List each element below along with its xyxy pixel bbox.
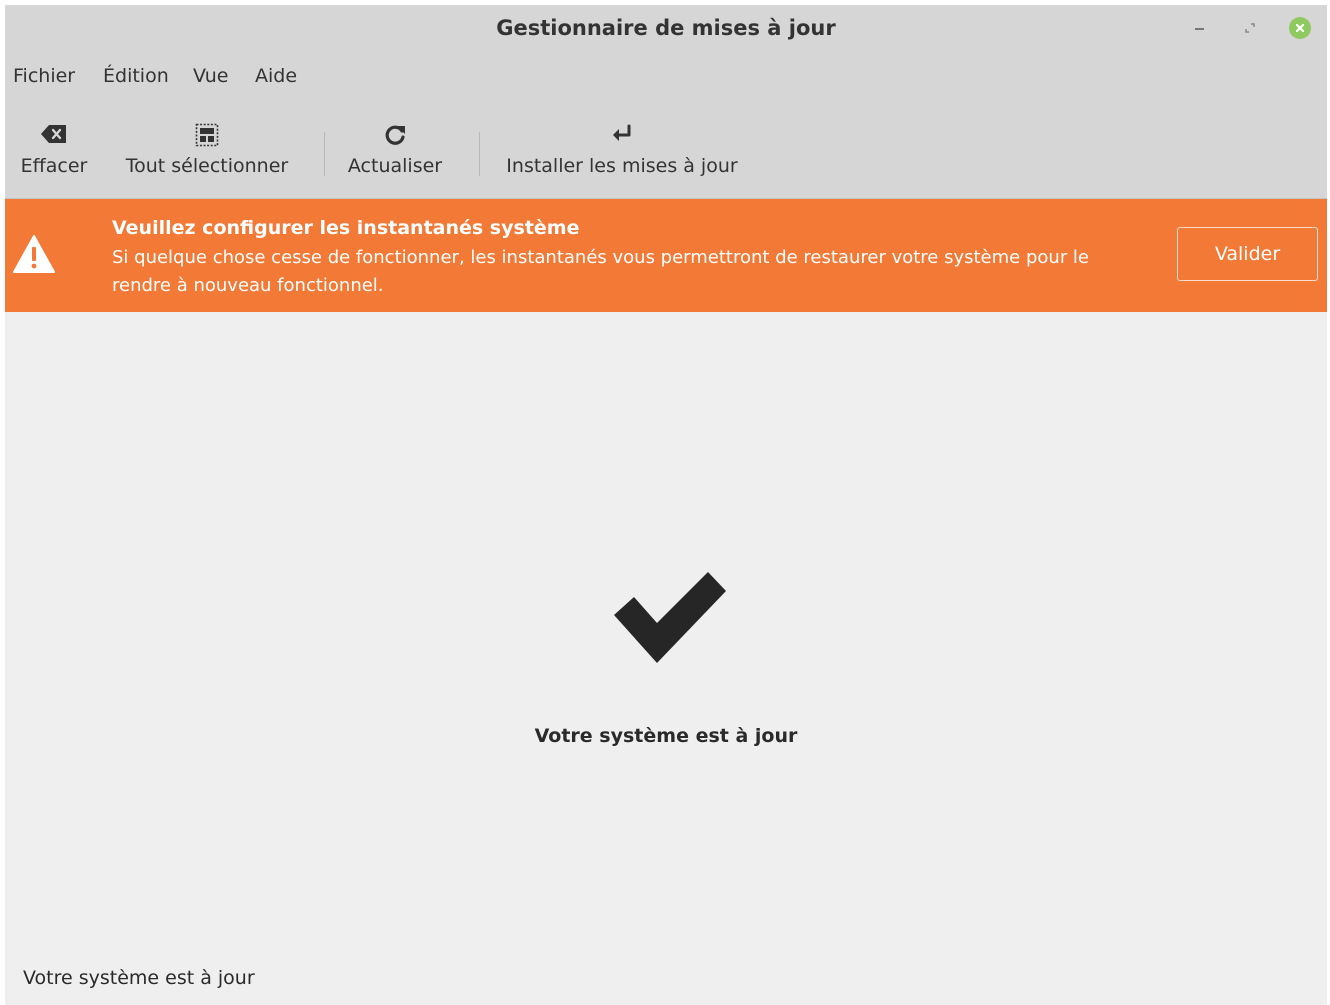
toolbar-separator xyxy=(324,132,325,176)
enter-arrow-icon xyxy=(613,124,631,141)
select-all-button[interactable]: Tout sélectionner xyxy=(117,111,297,181)
maximize-button[interactable] xyxy=(1239,17,1261,39)
close-icon xyxy=(1289,17,1311,39)
clear-label: Effacer xyxy=(20,155,88,177)
refresh-label: Actualiser xyxy=(347,155,443,177)
refresh-icon xyxy=(385,125,405,145)
maximize-icon xyxy=(1245,23,1255,33)
menu-bar: Fichier Édition Vue Aide xyxy=(5,55,1327,97)
snapshot-warning-infobar: Veuillez configurer les instantanés syst… xyxy=(5,199,1327,312)
install-updates-button[interactable]: Installer les mises à jour xyxy=(497,111,747,181)
infobar-message: Si quelque chose cesse de fonctionner, l… xyxy=(112,247,1090,296)
infobar-title: Veuillez configurer les instantanés syst… xyxy=(112,217,580,239)
toolbar-separator xyxy=(479,132,480,176)
close-button[interactable] xyxy=(1289,17,1311,39)
title-bar[interactable]: Gestionnaire de mises à jour xyxy=(5,5,1327,55)
install-updates-label: Installer les mises à jour xyxy=(506,155,738,177)
menu-vue[interactable]: Vue xyxy=(193,65,228,87)
clear-button[interactable]: Effacer xyxy=(13,111,95,181)
warning-icon xyxy=(13,235,55,273)
menu-fichier[interactable]: Fichier xyxy=(13,65,75,87)
minimize-button[interactable] xyxy=(1189,17,1211,39)
up-to-date-message: Votre système est à jour xyxy=(534,725,798,747)
window-title: Gestionnaire de mises à jour xyxy=(496,16,836,40)
checkmark-icon xyxy=(614,572,726,663)
select-all-label: Tout sélectionner xyxy=(125,155,289,177)
backspace-icon xyxy=(41,125,66,143)
validate-button[interactable]: Valider xyxy=(1177,227,1318,281)
menu-edition[interactable]: Édition xyxy=(103,65,169,87)
refresh-button[interactable]: Actualiser xyxy=(341,111,449,181)
select-all-icon xyxy=(195,123,219,147)
status-bar-text: Votre système est à jour xyxy=(23,967,255,989)
toolbar: Effacer Tout sélectionner Actualiser Ins… xyxy=(5,97,1327,199)
minimize-icon xyxy=(1195,28,1204,30)
update-manager-window: Gestionnaire de mises à jour Fichier Édi… xyxy=(5,5,1327,1005)
menu-aide[interactable]: Aide xyxy=(255,65,297,87)
